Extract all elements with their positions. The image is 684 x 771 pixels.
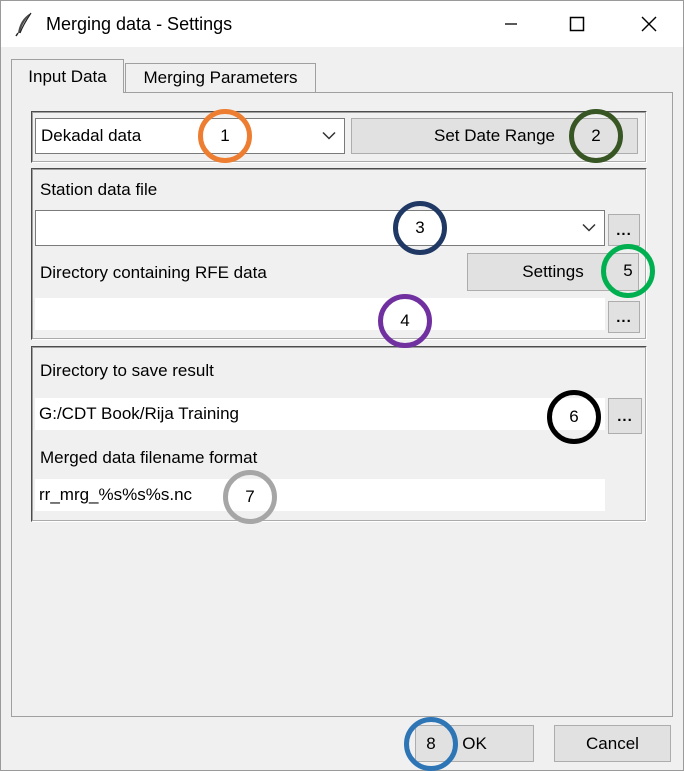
annotation-marker-6: 6: [547, 390, 601, 444]
time-step-select[interactable]: Dekadal data: [35, 118, 345, 154]
save-dir-input[interactable]: G:/CDT Book/Rija Training: [35, 398, 605, 430]
rfe-browse-button[interactable]: ...: [608, 301, 640, 333]
station-browse-button[interactable]: ...: [608, 214, 640, 246]
marker-number: 8: [426, 734, 436, 753]
marker-number: 5: [623, 261, 633, 280]
annotation-marker-5: 5: [601, 244, 655, 298]
tab-label: Merging Parameters: [143, 68, 298, 87]
filename-format-label: Merged data filename format: [40, 448, 258, 467]
annotation-marker-4: 4: [378, 294, 432, 348]
tab-merging-parameters[interactable]: Merging Parameters: [125, 63, 316, 92]
marker-number: 3: [415, 218, 425, 237]
ellipsis-icon: ...: [617, 407, 633, 425]
marker-number: 1: [220, 126, 230, 145]
chevron-down-icon: [322, 131, 336, 140]
maximize-button[interactable]: [543, 1, 611, 47]
title-bar[interactable]: Merging data - Settings: [1, 1, 683, 47]
filename-format-input[interactable]: rr_mrg_%s%s%s.nc: [35, 479, 605, 511]
minimize-button[interactable]: [477, 1, 545, 47]
feather-icon: [13, 11, 35, 37]
annotation-marker-3: 3: [393, 201, 447, 255]
marker-number: 4: [400, 311, 410, 330]
close-button[interactable]: [615, 1, 683, 47]
cancel-button[interactable]: Cancel: [554, 725, 671, 762]
ellipsis-icon: ...: [616, 221, 632, 239]
marker-number: 6: [569, 407, 579, 426]
close-icon: [641, 16, 657, 32]
save-dir-value: G:/CDT Book/Rija Training: [39, 404, 239, 423]
save-dir-label: Directory to save result: [40, 361, 214, 380]
tab-label: Input Data: [28, 66, 107, 86]
ellipsis-icon: ...: [616, 308, 632, 326]
settings-window: Merging data - Settings Input Data Mergi…: [0, 0, 684, 771]
station-data-select[interactable]: [35, 210, 605, 246]
tab-input-data[interactable]: Input Data: [11, 59, 124, 93]
maximize-icon: [569, 16, 585, 32]
station-data-label: Station data file: [40, 180, 158, 199]
marker-number: 2: [591, 126, 601, 145]
annotation-marker-8: 8: [404, 717, 458, 771]
annotation-marker-2: 2: [569, 109, 623, 163]
save-dir-browse-button[interactable]: ...: [608, 398, 642, 434]
annotation-marker-1: 1: [198, 109, 252, 163]
rfe-settings-label: Settings: [522, 262, 584, 281]
cancel-label: Cancel: [586, 733, 639, 753]
chevron-down-icon: [582, 223, 596, 232]
window-title: Merging data - Settings: [46, 14, 233, 34]
time-step-value: Dekadal data: [41, 126, 142, 145]
set-date-range-label: Set Date Range: [434, 126, 555, 145]
annotation-marker-7: 7: [223, 470, 277, 524]
marker-number: 7: [245, 487, 255, 506]
ok-label: OK: [462, 733, 487, 753]
rfe-dir-input[interactable]: [35, 298, 605, 330]
minimize-icon: [505, 23, 517, 25]
filename-format-value: rr_mrg_%s%s%s.nc: [39, 485, 193, 504]
rfe-dir-label: Directory containing RFE data: [40, 263, 267, 282]
